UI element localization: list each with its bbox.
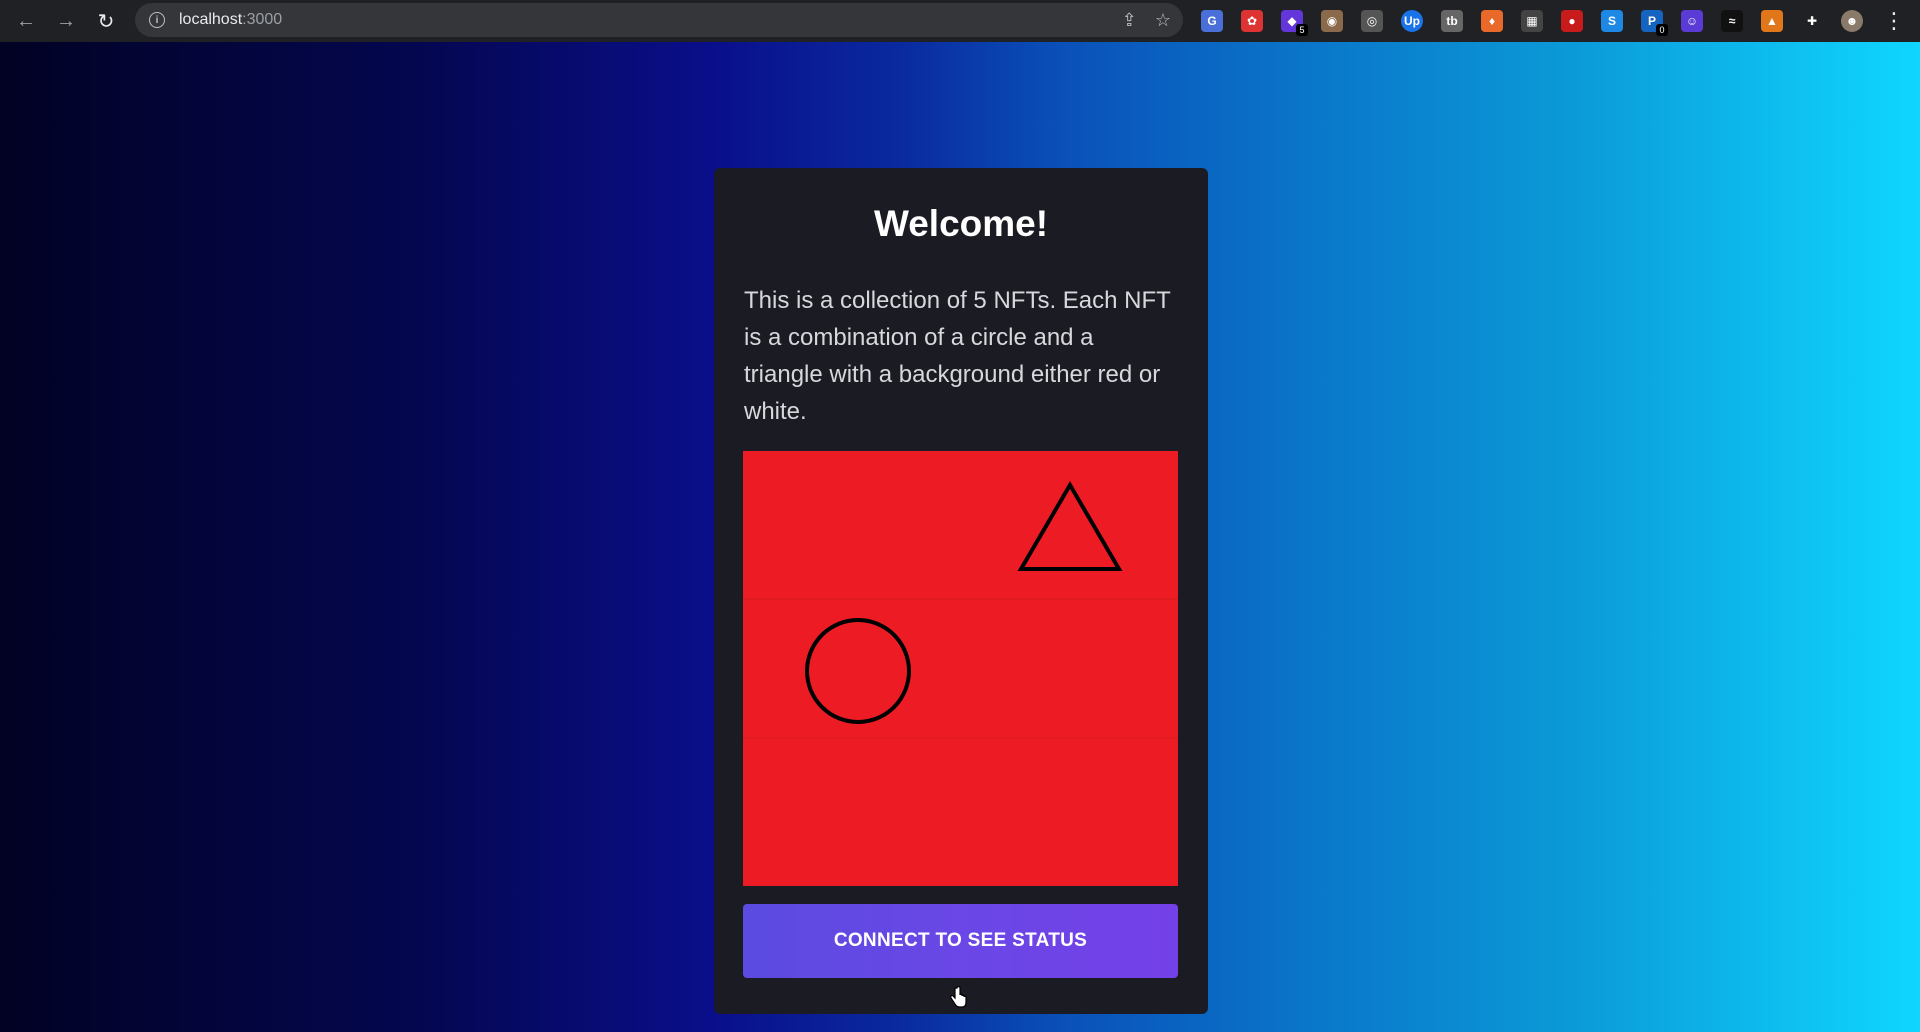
translate-ext-glyph: G bbox=[1201, 10, 1223, 32]
ext-purple-extension-icon[interactable]: ◆ 5 bbox=[1276, 5, 1308, 37]
ext-ladybug-glyph: ● bbox=[1561, 10, 1583, 32]
ext-up-extension-icon[interactable]: Up bbox=[1396, 5, 1428, 37]
browser-toolbar: ← → ↻ i localhost:3000 ⇪ ☆ G ✿ ◆ 5 ◉ ◎ Up tb ♦ ▦ ●… bbox=[0, 0, 1920, 42]
ext-purple-badge: 5 bbox=[1296, 24, 1308, 36]
ext-tb-extension-icon[interactable]: tb bbox=[1436, 5, 1468, 37]
share-icon[interactable]: ⇪ bbox=[1122, 10, 1137, 31]
ext-p-badge: 0 bbox=[1656, 24, 1668, 36]
puzzle-glyph: ✚ bbox=[1801, 10, 1823, 32]
nft-artwork bbox=[743, 451, 1178, 886]
reload-icon[interactable]: ↻ bbox=[86, 1, 126, 41]
forward-icon[interactable]: → bbox=[46, 1, 86, 41]
ext-red-glyph: ✿ bbox=[1241, 10, 1263, 32]
ext-wave-extension-icon[interactable]: ≈ bbox=[1716, 5, 1748, 37]
ext-red-extension-icon[interactable]: ✿ bbox=[1236, 5, 1268, 37]
ext-fox-extension-icon[interactable]: ▲ bbox=[1756, 5, 1788, 37]
ext-p-extension-icon[interactable]: P0 bbox=[1636, 5, 1668, 37]
back-icon[interactable]: ← bbox=[6, 1, 46, 41]
ext-s-glyph: S bbox=[1601, 10, 1623, 32]
url-host: localhost bbox=[179, 11, 243, 28]
card-title: Welcome! bbox=[873, 203, 1049, 244]
page-background: Welcome! This is a collection of 5 NFTs.… bbox=[0, 42, 1920, 1032]
address-bar[interactable]: i localhost:3000 ⇪ ☆ bbox=[135, 3, 1183, 37]
ext-fox-glyph: ▲ bbox=[1761, 10, 1783, 32]
ext-orange-extension-icon[interactable]: ♦ bbox=[1476, 5, 1508, 37]
ext-qr-glyph: ▦ bbox=[1521, 10, 1543, 32]
hand-cursor-icon bbox=[950, 986, 967, 1008]
url-port: :3000 bbox=[242, 11, 283, 28]
ext-qr-extension-icon[interactable]: ▦ bbox=[1516, 5, 1548, 37]
puzzle-extension-icon[interactable]: ✚ bbox=[1796, 5, 1828, 37]
profile-extension-icon[interactable]: ☻ bbox=[1836, 5, 1868, 37]
card-description: This is a collection of 5 NFTs. Each NFT… bbox=[744, 287, 1171, 425]
ext-ghost-glyph: ☺ bbox=[1681, 10, 1703, 32]
bookmark-star-icon[interactable]: ☆ bbox=[1155, 10, 1171, 31]
ext-up-glyph: Up bbox=[1401, 10, 1423, 32]
ext-target-glyph: ◎ bbox=[1361, 10, 1383, 32]
ext-wave-glyph: ≈ bbox=[1721, 10, 1743, 32]
welcome-card: Welcome! This is a collection of 5 NFTs.… bbox=[714, 168, 1208, 1014]
extensions-bar: G ✿ ◆ 5 ◉ ◎ Up tb ♦ ▦ ● S P 0 ☺ ≈ ▲ ✚ ☻ bbox=[1196, 4, 1868, 38]
profile-glyph: ☻ bbox=[1841, 10, 1863, 32]
ext-orange-glyph: ♦ bbox=[1481, 10, 1503, 32]
site-info-icon[interactable]: i bbox=[149, 12, 165, 28]
ext-ladybug-extension-icon[interactable]: ● bbox=[1556, 5, 1588, 37]
ext-tb-glyph: tb bbox=[1441, 10, 1463, 32]
translate-ext-extension-icon[interactable]: G bbox=[1196, 5, 1228, 37]
ext-ghost-extension-icon[interactable]: ☺ bbox=[1676, 5, 1708, 37]
ext-target-extension-icon[interactable]: ◎ bbox=[1356, 5, 1388, 37]
ext-owl-extension-icon[interactable]: ◉ bbox=[1316, 5, 1348, 37]
browser-menu-icon[interactable]: ⋮ bbox=[1882, 4, 1906, 38]
ext-s-extension-icon[interactable]: S bbox=[1596, 5, 1628, 37]
ext-owl-glyph: ◉ bbox=[1321, 10, 1343, 32]
connect-button[interactable]: CONNECT TO SEE STATUS bbox=[743, 904, 1178, 978]
nft-preview-image bbox=[743, 451, 1178, 886]
